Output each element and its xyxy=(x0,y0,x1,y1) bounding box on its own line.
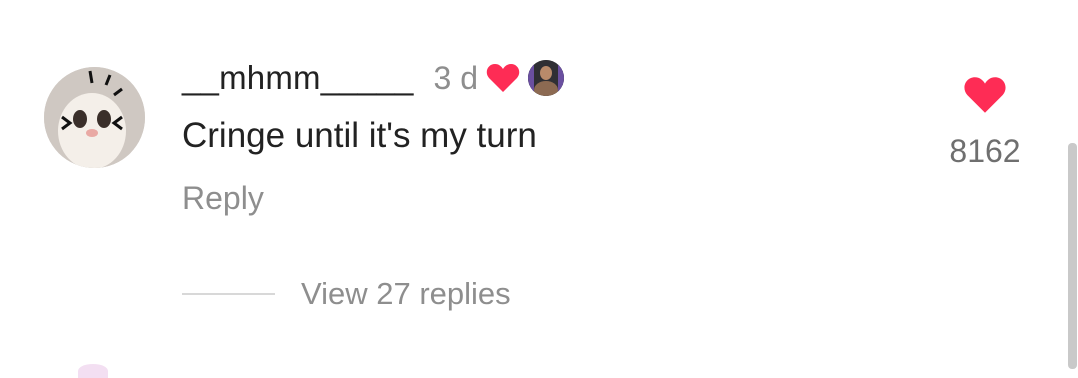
comment-item: __mhmm_____ 3 d Cringe until it's my tur… xyxy=(0,0,1078,378)
avatar[interactable] xyxy=(44,67,145,168)
next-comment-avatar xyxy=(78,364,108,378)
creator-avatar xyxy=(527,60,564,96)
scrollbar[interactable] xyxy=(1068,143,1077,369)
like-count: 8162 xyxy=(949,133,1021,169)
view-replies-button[interactable]: View 27 replies xyxy=(182,276,511,312)
heart-icon xyxy=(486,63,520,93)
comment-text: Cringe until it's my turn xyxy=(182,116,537,155)
divider xyxy=(182,293,275,295)
like-button[interactable]: 8162 xyxy=(940,76,1030,170)
comment-header: __mhmm_____ 3 d xyxy=(182,56,564,100)
timestamp: 3 d xyxy=(433,59,478,96)
heart-icon[interactable] xyxy=(963,76,1007,119)
username[interactable]: __mhmm_____ xyxy=(182,59,414,97)
view-replies-label[interactable]: View 27 replies xyxy=(301,276,511,312)
reply-button[interactable]: Reply xyxy=(182,180,264,217)
